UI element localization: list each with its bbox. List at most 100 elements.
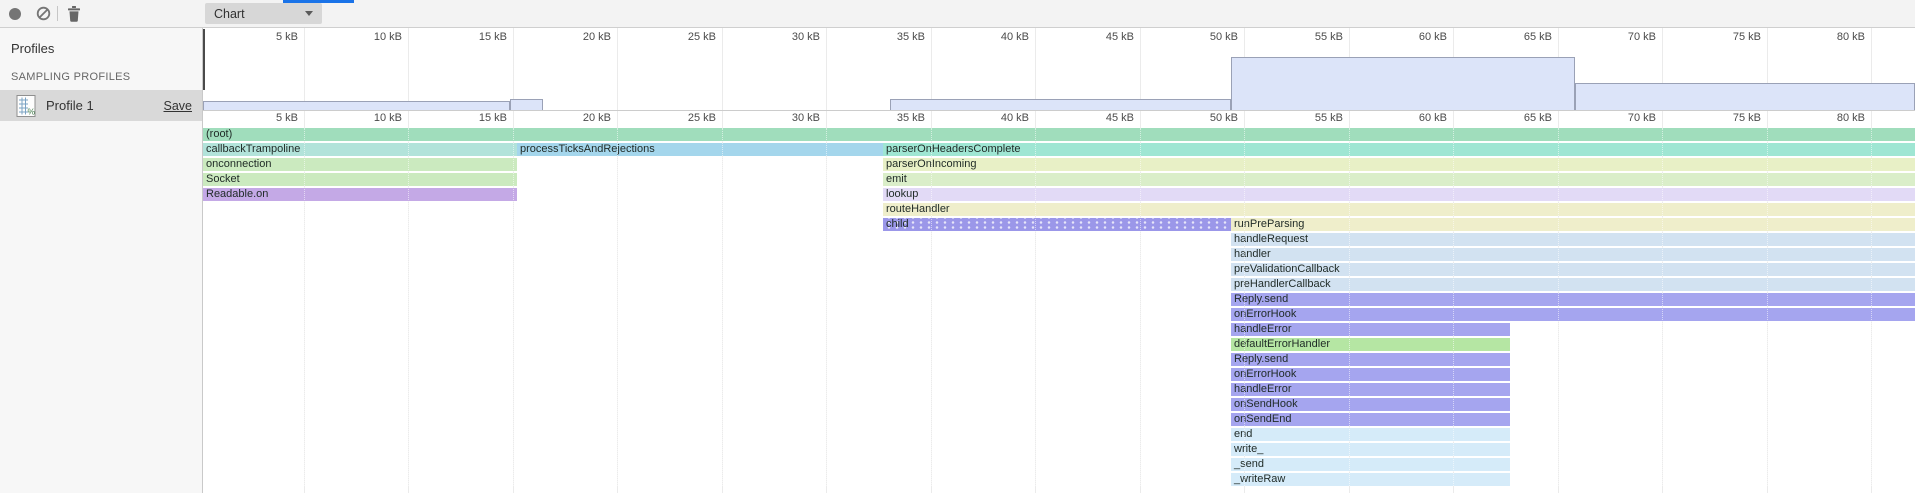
flame-axis-tick: 15 kB (441, 112, 507, 124)
overview-segment[interactable] (890, 99, 1231, 110)
overview-segment[interactable] (510, 99, 543, 110)
record-button[interactable] (3, 2, 27, 25)
overview-segment[interactable] (1575, 83, 1915, 110)
flame-axis-tick: 30 kB (754, 112, 820, 124)
flame-axis-tick: 60 kB (1381, 112, 1447, 124)
frame-Socket[interactable]: Socket (203, 173, 517, 186)
frame-preHandlerCallback[interactable]: preHandlerCallback (1231, 278, 1915, 291)
frame-onconnection[interactable]: onconnection (203, 158, 517, 171)
flame-axis-tick: 70 kB (1590, 112, 1656, 124)
frame-Readable.on[interactable]: Readable.on (203, 188, 517, 201)
gridline-dots-25kb (722, 128, 723, 486)
gridline-dots-30kb (826, 128, 827, 486)
frame-write_[interactable]: write_ (1231, 443, 1510, 456)
frame-child[interactable]: child (883, 218, 1231, 231)
record-icon (9, 8, 21, 20)
gridline-dots-45kb (1140, 128, 1141, 486)
overview-axis-tick: 65 kB (1486, 31, 1552, 43)
gridline-dots-70kb (1662, 128, 1663, 486)
clear-button[interactable] (31, 2, 55, 25)
overview-segment[interactable] (203, 101, 510, 110)
toolbar-separator (57, 6, 58, 21)
overview-axis-tick: 25 kB (650, 31, 716, 43)
frame-onSendHook[interactable]: onSendHook (1231, 398, 1510, 411)
sampling-profiles-heading: SAMPLING PROFILES (11, 71, 130, 83)
overview-axis-tick: 60 kB (1381, 31, 1447, 43)
profile-item[interactable]: % Profile 1 Save (0, 90, 202, 121)
delete-profile-button[interactable] (62, 2, 86, 25)
overview-baseline (203, 110, 1915, 111)
frame-onSendEnd[interactable]: onSendEnd (1231, 413, 1510, 426)
save-link[interactable]: Save (164, 99, 193, 113)
devtools-memory-panel: 5 kB 5 kB 10 kB 10 kB 15 kB 15 kB 20 kB 20 kB 25… (0, 0, 1915, 493)
gridline-dots-60kb (1453, 128, 1454, 486)
frame-handleRequest[interactable]: handleRequest (1231, 233, 1915, 246)
frame-(root)[interactable]: (root) (203, 128, 1915, 141)
overview-segment[interactable] (1231, 57, 1575, 110)
profile-name: Profile 1 (46, 98, 164, 113)
flame-axis-tick: 65 kB (1486, 112, 1552, 124)
gridline-dots-40kb (1035, 128, 1036, 486)
gridline-dots-20kb (617, 128, 618, 486)
chevron-down-icon (305, 11, 313, 16)
overview-axis-tick: 5 kB (232, 31, 298, 43)
sidebar-title: Profiles (11, 41, 54, 56)
frame-onErrorHook[interactable]: onErrorHook (1231, 368, 1510, 381)
frame-_send[interactable]: _send (1231, 458, 1510, 471)
frame-parserOnIncoming[interactable]: parserOnIncoming (883, 158, 1915, 171)
gridline-dots-35kb (931, 128, 932, 486)
flame-axis-tick: 75 kB (1695, 112, 1761, 124)
gridline-dots-65kb (1558, 128, 1559, 486)
profile-icon: % (15, 95, 37, 117)
overview-axis-tick: 30 kB (754, 31, 820, 43)
flame-axis-tick: 25 kB (650, 112, 716, 124)
frame-onErrorHook[interactable]: onErrorHook (1231, 308, 1915, 321)
overview-axis-tick: 15 kB (441, 31, 507, 43)
overview-axis-tick: 50 kB (1172, 31, 1238, 43)
frame-defaultErrorHandler[interactable]: defaultErrorHandler (1231, 338, 1510, 351)
overview-axis-tick: 10 kB (336, 31, 402, 43)
frame-Reply.send[interactable]: Reply.send (1231, 293, 1915, 306)
overview-axis-tick: 75 kB (1695, 31, 1761, 43)
frame-handleError[interactable]: handleError (1231, 323, 1510, 336)
flame-axis-tick: 50 kB (1172, 112, 1238, 124)
frame-handler[interactable]: handler (1231, 248, 1915, 261)
flame-axis-tick: 35 kB (859, 112, 925, 124)
frame-processTicksAndRejections[interactable]: processTicksAndRejections (517, 143, 883, 156)
frame-Reply.send[interactable]: Reply.send (1231, 353, 1510, 366)
overview-axis-tick: 55 kB (1277, 31, 1343, 43)
frame-runPreParsing[interactable]: runPreParsing (1231, 218, 1915, 231)
frame-end[interactable]: end (1231, 428, 1510, 441)
flame-axis-tick: 20 kB (545, 112, 611, 124)
gridline-dots-55kb (1349, 128, 1350, 486)
chart-view-select[interactable]: Chart (205, 3, 322, 24)
frame-routeHandler[interactable]: routeHandler (883, 203, 1915, 216)
gridline-dots-80kb (1871, 128, 1872, 486)
frame-preValidationCallback[interactable]: preValidationCallback (1231, 263, 1915, 276)
overview-axis-tick: 80 kB (1799, 31, 1865, 43)
frame-_writeRaw[interactable]: _writeRaw (1231, 473, 1510, 486)
gridline-dots-5kb (304, 128, 305, 486)
gridline-dots-15kb (513, 128, 514, 486)
frame-callbackTrampoline[interactable]: callbackTrampoline (203, 143, 517, 156)
overview-axis-tick: 45 kB (1068, 31, 1134, 43)
frame-lookup[interactable]: lookup (883, 188, 1915, 201)
svg-text:%: % (28, 106, 36, 116)
gridline-dots-50kb (1244, 128, 1245, 486)
flame-axis-tick: 10 kB (336, 112, 402, 124)
frame-parserOnHeadersComplete[interactable]: parserOnHeadersComplete (883, 143, 1915, 156)
flame-axis-tick: 5 kB (232, 112, 298, 124)
overview-axis-tick: 40 kB (963, 31, 1029, 43)
overview-axis-tick: 20 kB (545, 31, 611, 43)
chart-pane[interactable]: 5 kB 5 kB 10 kB 10 kB 15 kB 15 kB 20 kB 20 kB 25… (0, 0, 1915, 493)
clear-icon (36, 6, 51, 21)
gridline-dots-10kb (408, 128, 409, 486)
overview-axis-tick: 35 kB (859, 31, 925, 43)
overview-axis-tick: 70 kB (1590, 31, 1656, 43)
gridline-dots-75kb (1767, 128, 1768, 486)
flame-axis-tick: 45 kB (1068, 112, 1134, 124)
flame-axis-tick: 40 kB (963, 112, 1029, 124)
toolbar: Chart (0, 0, 1915, 28)
frame-emit[interactable]: emit (883, 173, 1915, 186)
frame-handleError[interactable]: handleError (1231, 383, 1510, 396)
